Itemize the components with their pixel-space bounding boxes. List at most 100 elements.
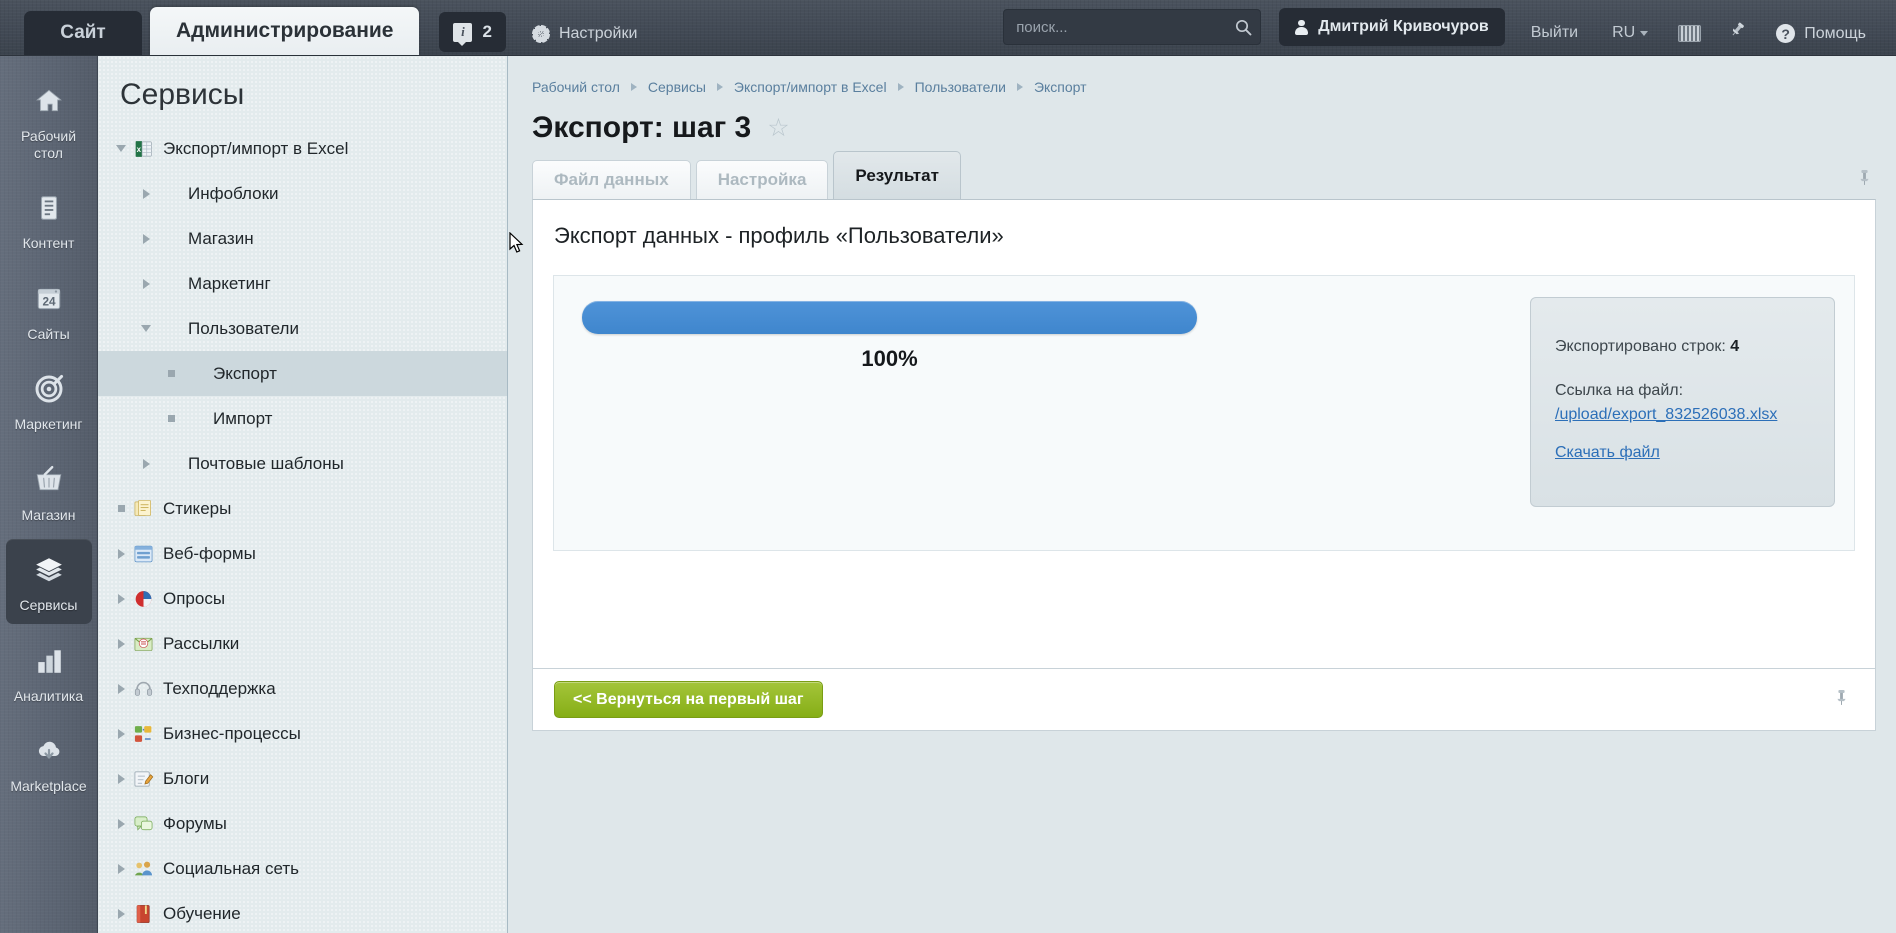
document-icon: [28, 188, 70, 228]
notifications-button[interactable]: i 2: [439, 12, 505, 52]
breadcrumb-item-3[interactable]: Пользователи: [915, 79, 1006, 95]
rail-item-4[interactable]: Магазин: [6, 449, 92, 534]
progress-track: [582, 301, 1197, 334]
tree-twisty[interactable]: [110, 684, 132, 694]
tree-twisty[interactable]: [110, 549, 132, 559]
breadcrumb: Рабочий стол Сервисы Экспорт/импорт в Exce…: [509, 56, 1896, 95]
tree-icon-placeholder: [157, 184, 179, 204]
star-icon[interactable]: ☆: [767, 116, 789, 141]
excel-icon: x: [132, 139, 154, 159]
pin-icon[interactable]: [1834, 689, 1849, 711]
layers-icon: [28, 550, 70, 590]
help-button[interactable]: ? Помощь: [1776, 24, 1866, 43]
tree-icon-placeholder: [157, 454, 179, 474]
rail-item-label: Магазин: [21, 507, 75, 524]
tree-node-0[interactable]: xЭкспорт/импорт в Excel: [98, 126, 507, 171]
tree-twisty[interactable]: [110, 145, 132, 152]
chevron-right-icon[interactable]: [143, 459, 150, 469]
breadcrumb-item-4[interactable]: Экспорт: [1034, 79, 1087, 95]
rail-item-3[interactable]: Маркетинг: [6, 358, 92, 443]
breadcrumb-item-2[interactable]: Экспорт/импорт в Excel: [734, 79, 887, 95]
cloud-download-icon: [28, 731, 70, 771]
tree-twisty[interactable]: [135, 279, 157, 289]
chevron-right-icon[interactable]: [118, 549, 125, 559]
tree-twisty[interactable]: [135, 325, 157, 332]
language-selector[interactable]: RU: [1612, 24, 1648, 42]
tree-node-16[interactable]: Социальная сеть: [98, 846, 507, 891]
rail-item-0[interactable]: Рабочий стол: [6, 70, 92, 171]
tree-twisty[interactable]: [110, 864, 132, 874]
tree-node-5[interactable]: Экспорт: [98, 351, 507, 396]
chevron-right-icon[interactable]: [143, 279, 150, 289]
tree-twisty[interactable]: [110, 594, 132, 604]
chevron-right-icon[interactable]: [118, 684, 125, 694]
tree-twisty[interactable]: [110, 819, 132, 829]
tab-1[interactable]: Настройка: [696, 160, 829, 199]
tree-twisty[interactable]: [110, 729, 132, 739]
pin-icon[interactable]: [1857, 169, 1872, 191]
tree-node-15[interactable]: Форумы: [98, 801, 507, 846]
tree-twisty[interactable]: [135, 234, 157, 244]
chevron-right-icon[interactable]: [143, 189, 150, 199]
tree-node-label: Почтовые шаблоны: [188, 454, 344, 474]
rail-item-2[interactable]: 24Сайты: [6, 268, 92, 353]
search-input[interactable]: [1004, 19, 1227, 36]
tree-node-9[interactable]: Веб-формы: [98, 531, 507, 576]
search-icon[interactable]: [1227, 10, 1260, 44]
chevron-down-icon[interactable]: [116, 145, 126, 152]
chevron-right-icon[interactable]: [118, 774, 125, 784]
download-file-link[interactable]: Скачать файл: [1555, 444, 1660, 462]
tree-twisty[interactable]: [110, 909, 132, 919]
settings-button[interactable]: Настройки: [532, 25, 637, 43]
top-tab-admin[interactable]: Администрирование: [150, 7, 419, 55]
breadcrumb-item-1[interactable]: Сервисы: [648, 79, 706, 95]
services-tree-panel: Сервисы xЭкспорт/импорт в ExcelИнфоблоки…: [98, 56, 508, 933]
tree-node-2[interactable]: Магазин: [98, 216, 507, 261]
tab-2[interactable]: Результат: [833, 151, 961, 199]
chevron-right-icon[interactable]: [118, 909, 125, 919]
tree-twisty[interactable]: [135, 459, 157, 469]
tree-node-7[interactable]: Почтовые шаблоны: [98, 441, 507, 486]
rail-item-6[interactable]: Аналитика: [6, 630, 92, 715]
tree-twisty[interactable]: [110, 639, 132, 649]
tree-node-10[interactable]: Опросы: [98, 576, 507, 621]
tree-twisty[interactable]: [110, 505, 132, 512]
search-box[interactable]: [1003, 9, 1261, 45]
back-to-first-step-button[interactable]: << Вернуться на первый шаг: [554, 681, 823, 718]
chevron-right-icon[interactable]: [143, 234, 150, 244]
tree-node-12[interactable]: Техподдержка: [98, 666, 507, 711]
breadcrumb-separator: [717, 83, 723, 91]
chevron-right-icon[interactable]: [118, 819, 125, 829]
tree-node-8[interactable]: Стикеры: [98, 486, 507, 531]
top-tab-site[interactable]: Сайт: [24, 11, 142, 55]
exported-rows-label: Экспортировано строк:: [1555, 338, 1726, 355]
chevron-right-icon[interactable]: [118, 594, 125, 604]
chevron-right-icon[interactable]: [118, 639, 125, 649]
keyboard-icon[interactable]: [1678, 25, 1701, 42]
rail-item-7[interactable]: Marketplace: [6, 720, 92, 805]
tree-node-4[interactable]: Пользователи: [98, 306, 507, 351]
pin-icon[interactable]: [1729, 21, 1746, 43]
breadcrumb-item-0[interactable]: Рабочий стол: [532, 79, 620, 95]
tree-node-11[interactable]: Рассылки: [98, 621, 507, 666]
user-menu-button[interactable]: Дмитрий Кривочуров: [1279, 8, 1505, 46]
tree-twisty[interactable]: [160, 370, 182, 377]
tree-node-14[interactable]: Блоги: [98, 756, 507, 801]
tree-node-13[interactable]: Бизнес-процессы: [98, 711, 507, 756]
logout-link[interactable]: Выйти: [1531, 24, 1578, 42]
chevron-right-icon[interactable]: [118, 729, 125, 739]
rail-item-5[interactable]: Сервисы: [6, 539, 92, 624]
tab-0[interactable]: Файл данных: [532, 160, 691, 199]
rail-item-1[interactable]: Контент: [6, 177, 92, 262]
tree-node-3[interactable]: Маркетинг: [98, 261, 507, 306]
chevron-down-icon[interactable]: [141, 325, 151, 332]
tree-node-label: Рассылки: [163, 634, 239, 654]
tree-node-1[interactable]: Инфоблоки: [98, 171, 507, 216]
tree-twisty[interactable]: [135, 189, 157, 199]
file-link[interactable]: /upload/export_832526038.xlsx: [1555, 406, 1777, 424]
tree-twisty[interactable]: [160, 415, 182, 422]
tree-node-17[interactable]: Обучение: [98, 891, 507, 933]
tree-node-6[interactable]: Импорт: [98, 396, 507, 441]
tree-twisty[interactable]: [110, 774, 132, 784]
chevron-right-icon[interactable]: [118, 864, 125, 874]
